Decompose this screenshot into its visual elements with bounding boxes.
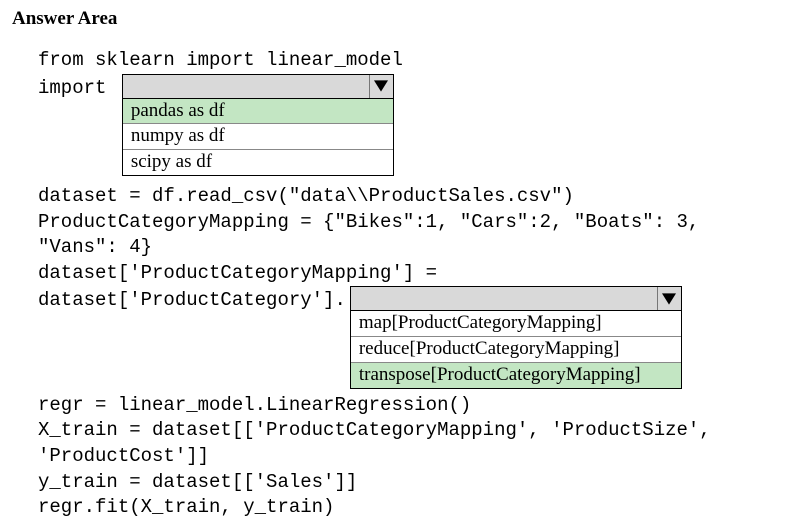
- chevron-down-icon[interactable]: [657, 287, 681, 310]
- page-title: Answer Area: [12, 8, 778, 30]
- code-text-import: import: [38, 74, 118, 102]
- line-method-with-dropdown: dataset['ProductCategory']. map[ProductC…: [38, 286, 778, 388]
- code-line: dataset = df.read_csv("data\\ProductSale…: [38, 184, 778, 210]
- code-line: ProductCategoryMapping = {"Bikes":1, "Ca…: [38, 210, 778, 236]
- code-line: X_train = dataset[['ProductCategoryMappi…: [38, 418, 778, 444]
- dropdown-header[interactable]: [122, 74, 394, 99]
- dropdown-option[interactable]: reduce[ProductCategoryMapping]: [351, 337, 681, 363]
- code-line: y_train = dataset[['Sales']]: [38, 470, 778, 496]
- dropdown-list: map[ProductCategoryMapping] reduce[Produ…: [350, 311, 682, 388]
- dropdown-import-library[interactable]: pandas as df numpy as df scipy as df: [122, 74, 394, 176]
- code-line: regr.fit(X_train, y_train): [38, 495, 778, 521]
- dropdown-option[interactable]: numpy as df: [123, 124, 393, 150]
- code-line: 'ProductCost']]: [38, 444, 778, 470]
- code-line: dataset['ProductCategoryMapping'] =: [38, 261, 778, 287]
- dropdown-header[interactable]: [350, 286, 682, 311]
- code-text-dataset-method: dataset['ProductCategory'].: [38, 286, 346, 314]
- dropdown-option[interactable]: pandas as df: [123, 99, 393, 125]
- code-block: from sklearn import linear_model import …: [12, 48, 778, 521]
- chevron-down-icon[interactable]: [369, 75, 393, 98]
- dropdown-option[interactable]: scipy as df: [123, 150, 393, 175]
- dropdown-mapping-method[interactable]: map[ProductCategoryMapping] reduce[Produ…: [350, 286, 682, 388]
- code-line: "Vans": 4}: [38, 235, 778, 261]
- line-import-with-dropdown: import pandas as df numpy as df scipy as…: [38, 74, 778, 176]
- dropdown-list: pandas as df numpy as df scipy as df: [122, 99, 394, 176]
- dropdown-option[interactable]: transpose[ProductCategoryMapping]: [351, 363, 681, 388]
- code-line: from sklearn import linear_model: [38, 48, 778, 74]
- code-line: regr = linear_model.LinearRegression(): [38, 393, 778, 419]
- dropdown-option[interactable]: map[ProductCategoryMapping]: [351, 311, 681, 337]
